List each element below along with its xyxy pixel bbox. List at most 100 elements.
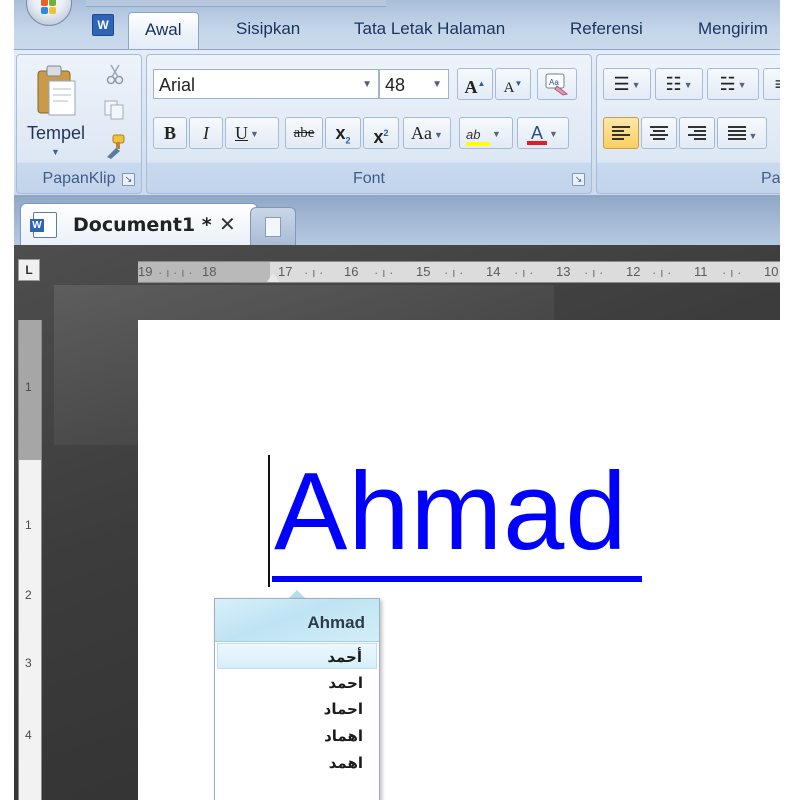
underline-label: U <box>235 123 248 143</box>
suggestion-item[interactable]: اهمد <box>217 750 377 776</box>
subscript-label: x <box>335 123 346 143</box>
chevron-down-icon: ▼ <box>434 129 443 140</box>
office-button[interactable] <box>26 0 72 26</box>
numbering-button[interactable]: ☷ ▼ <box>655 68 703 100</box>
font-group-label: Font <box>352 170 385 187</box>
tab-mengirim[interactable]: Mengirim <box>698 12 768 46</box>
strikethrough-button[interactable]: abe <box>285 117 323 149</box>
superscript-button[interactable]: x2 <box>363 117 399 149</box>
dialog-launcher-icon[interactable]: ↘ <box>122 173 135 186</box>
underline-button[interactable]: U ▼ <box>225 117 279 149</box>
document-page[interactable]: Ahmad Ahmad أحمد احمد احماد اهماد اهمد <box>138 320 780 800</box>
align-left-icon <box>612 126 630 140</box>
new-document-icon <box>265 217 281 237</box>
vertical-ruler[interactable]: 1 1 2 3 4 <box>18 320 42 800</box>
chevron-down-icon: ▼ <box>362 79 372 90</box>
ruler-number: 15 <box>416 264 431 279</box>
align-center-button[interactable] <box>641 117 677 149</box>
copy-icon[interactable] <box>103 99 125 121</box>
ruler-ticks: · ı · <box>374 265 394 280</box>
close-icon[interactable]: ✕ <box>219 212 236 237</box>
suggestion-header: Ahmad <box>215 599 379 642</box>
font-size-value: 48 <box>385 75 406 95</box>
tab-sisipkan[interactable]: Sisipkan <box>236 12 300 46</box>
document-tab-bar: W Document1 * ✕ <box>14 195 780 246</box>
text-highlight-button[interactable]: ab ▼ <box>459 117 513 149</box>
tab-referensi[interactable]: Referensi <box>570 12 643 46</box>
grow-font-button[interactable]: A▲ <box>457 68 493 100</box>
ruler-number: 3 <box>25 656 32 670</box>
ruler-number: 12 <box>626 264 641 279</box>
cut-icon[interactable] <box>105 63 125 85</box>
bullets-button[interactable]: ☰ ▼ <box>603 68 651 100</box>
paragraph-group-label: Par <box>761 170 780 187</box>
tab-tata-letak-halaman[interactable]: Tata Letak Halaman <box>354 12 505 46</box>
document-workspace: L 19 18 17 16 15 14 13 12 11 10 · ı · ı … <box>14 245 780 800</box>
document-tab-title: Document1 * <box>73 214 212 236</box>
ruler-number: 17 <box>278 264 293 279</box>
shrink-font-button[interactable]: A▼ <box>495 68 531 100</box>
suggestion-dropdown[interactable]: Ahmad أحمد احمد احماد اهماد اهمد <box>214 598 380 800</box>
chevron-down-icon: ▼ <box>250 129 259 140</box>
ruler-ticks: · ı · <box>652 265 672 280</box>
indent-marker[interactable] <box>267 273 279 282</box>
new-tab-button[interactable] <box>250 207 296 246</box>
office-logo-icon <box>41 0 57 15</box>
ruler-ticks: · ı · ı · <box>158 265 193 280</box>
chevron-down-icon: ▼ <box>748 131 758 142</box>
word-window: W Awal Sisipkan Tata Letak Halaman Refer… <box>14 0 780 800</box>
suggestion-item[interactable]: احمد <box>217 670 377 696</box>
superscript-label: x <box>373 127 384 147</box>
align-right-icon <box>688 126 706 140</box>
suggestion-item[interactable]: اهماد <box>217 723 377 749</box>
ruler-ticks: · ı · <box>584 265 604 280</box>
change-case-button[interactable]: Aa ▼ <box>403 117 451 149</box>
paste-button[interactable]: Tempel ▼ <box>23 59 87 161</box>
chevron-down-icon: ▼ <box>432 79 442 90</box>
numbered-list-icon: ☷ <box>665 74 682 94</box>
justify-icon <box>727 126 746 140</box>
font-group: Arial ▼ 48 ▼ A▲ A▼ Aa B I U ▼ abe x2 x2 … <box>146 54 592 194</box>
font-size-select[interactable]: 48 ▼ <box>379 69 449 99</box>
font-color-button[interactable]: A ▼ <box>517 117 569 149</box>
align-right-button[interactable] <box>679 117 715 149</box>
document-text[interactable]: Ahmad <box>274 452 628 572</box>
subscript-button[interactable]: x2 <box>325 117 361 149</box>
suggestion-item[interactable]: أحمد <box>217 643 377 669</box>
align-left-button[interactable] <box>603 117 639 149</box>
ruler-ticks: · ı · <box>444 265 464 280</box>
font-family-select[interactable]: Arial ▼ <box>153 69 379 99</box>
indent-icon: ≡ <box>774 74 780 94</box>
bold-button[interactable]: B <box>153 117 187 149</box>
clipboard-group: Tempel ▼ PapanKlip ↘ <box>16 54 142 194</box>
format-painter-icon[interactable] <box>103 133 127 159</box>
ruler-number: 16 <box>344 264 359 279</box>
svg-text:Aa: Aa <box>549 78 559 87</box>
grow-font-label: A <box>464 77 478 97</box>
tab-awal[interactable]: Awal <box>128 12 199 50</box>
tab-stop-selector[interactable]: L <box>18 259 40 281</box>
suggestion-item[interactable]: احماد <box>217 696 377 722</box>
highlight-label: ab <box>466 127 481 142</box>
word-app-icon[interactable]: W <box>92 14 114 36</box>
chevron-down-icon: ▼ <box>51 147 60 157</box>
italic-button[interactable]: I <box>189 117 223 149</box>
justify-button[interactable]: ▼ <box>717 117 767 149</box>
highlighter-icon: ab <box>466 128 490 146</box>
align-center-icon <box>650 126 668 140</box>
clipboard-icon <box>37 65 76 116</box>
font-family-value: Arial <box>159 75 196 95</box>
document-tab[interactable]: W Document1 * ✕ <box>20 203 258 246</box>
horizontal-ruler[interactable]: 19 18 17 16 15 14 13 12 11 10 · ı · ı · … <box>138 261 780 283</box>
dialog-launcher-icon[interactable]: ↘ <box>572 173 585 186</box>
decrease-indent-button[interactable]: ≡ <box>763 68 780 100</box>
clear-formatting-button[interactable]: Aa <box>537 68 577 100</box>
chevron-down-icon: ▼ <box>631 80 641 91</box>
quick-access-toolbar <box>86 0 386 7</box>
ruler-number: 13 <box>556 264 571 279</box>
ruler-number: 18 <box>202 264 217 279</box>
multilevel-list-icon: ☵ <box>719 74 736 94</box>
bullet-list-icon: ☰ <box>613 74 630 94</box>
chevron-down-icon: ▼ <box>549 129 558 140</box>
multilevel-list-button[interactable]: ☵ ▼ <box>707 68 759 100</box>
